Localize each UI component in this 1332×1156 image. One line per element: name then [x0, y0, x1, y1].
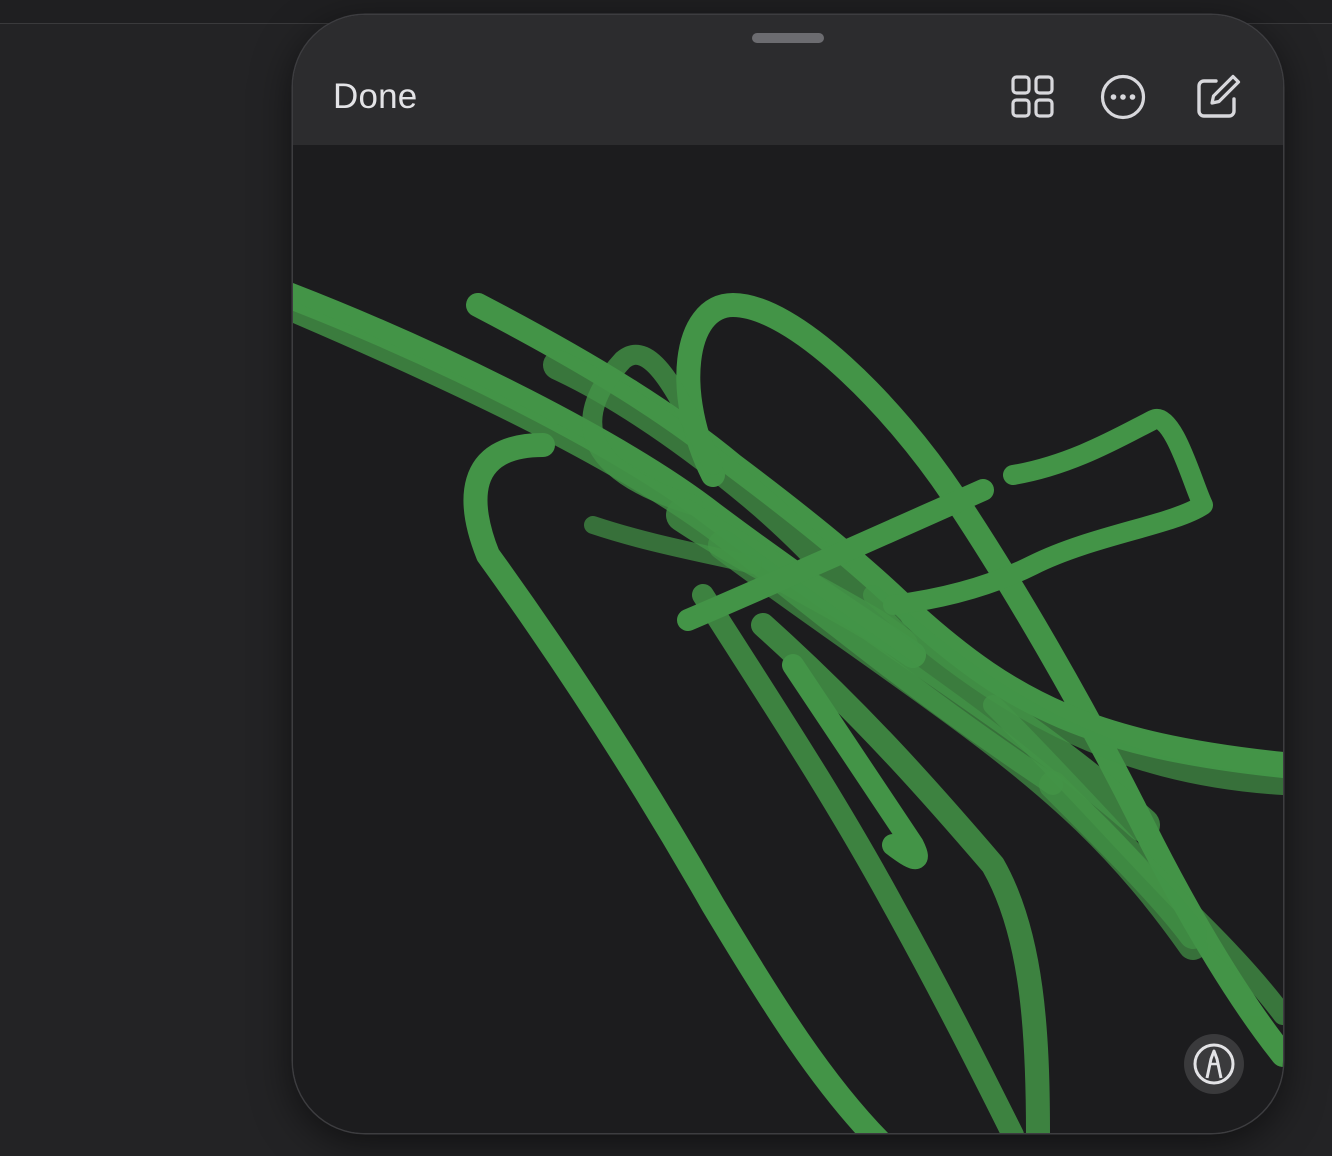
drag-handle[interactable] [752, 33, 824, 43]
grid-view-icon[interactable] [1009, 73, 1057, 121]
green-scribble-drawing [293, 282, 1283, 1133]
compose-icon[interactable] [1194, 73, 1242, 121]
panel-toolbar: Done [293, 15, 1283, 145]
done-button[interactable]: Done [333, 73, 417, 121]
markup-pen-icon[interactable] [1184, 1034, 1244, 1094]
drawing-canvas[interactable] [293, 145, 1283, 1133]
more-options-icon[interactable] [1099, 73, 1147, 121]
quick-note-panel: Done [293, 15, 1283, 1133]
